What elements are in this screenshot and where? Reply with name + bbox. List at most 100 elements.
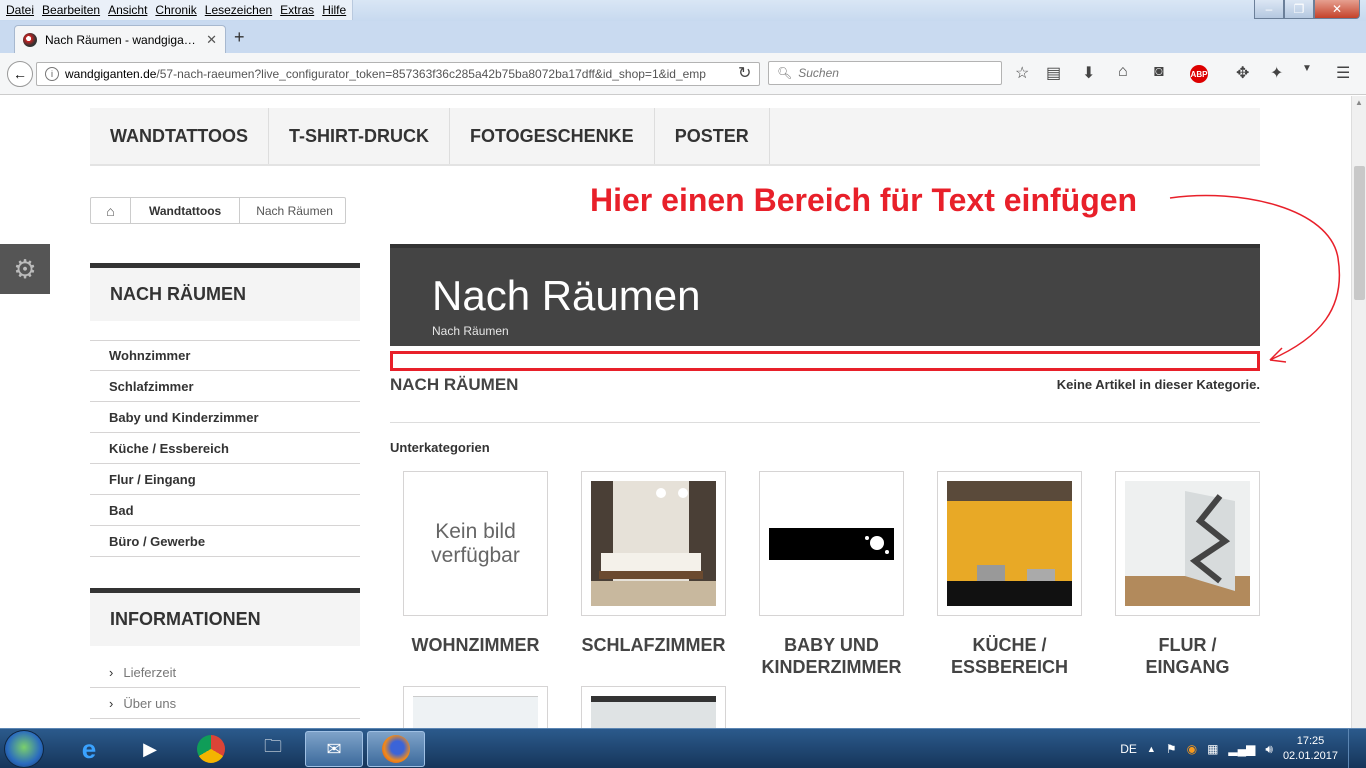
baby-sticker-image xyxy=(769,527,894,560)
category-kueche[interactable]: Küche / Essbereich xyxy=(90,433,360,464)
overflow-chevron-icon[interactable]: ▼ xyxy=(1302,63,1312,74)
subcategory-label[interactable]: FLUR / EINGANG xyxy=(1115,634,1260,678)
internet-explorer-icon[interactable]: e xyxy=(60,731,118,767)
clock[interactable]: 17:25 02.01.2017 xyxy=(1283,734,1338,764)
info-lieferzeit[interactable]: › Lieferzeit xyxy=(90,657,360,688)
subcategory-card-partial[interactable] xyxy=(581,686,726,728)
show-desktop-button[interactable] xyxy=(1348,729,1358,768)
show-hidden-icons-icon[interactable]: ▲ xyxy=(1147,744,1156,754)
page-scrollbar[interactable]: ▲ xyxy=(1351,96,1366,728)
menu-lesezeichen[interactable]: Lesezeichen xyxy=(201,0,276,20)
category-baby-kinderzimmer[interactable]: Baby und Kinderzimmer xyxy=(90,402,360,433)
subcategory-image[interactable] xyxy=(937,471,1082,616)
subcategory-card[interactable]: BABY UND KINDERZIMMER xyxy=(759,471,904,678)
chevron-right-icon: › xyxy=(109,695,114,711)
subcategory-image[interactable] xyxy=(759,471,904,616)
minimize-button[interactable]: – xyxy=(1254,0,1284,19)
volume-icon[interactable]: 🔊︎ xyxy=(1265,742,1273,757)
nav-fotogeschenke[interactable]: FOTOGESCHENKE xyxy=(450,108,655,164)
language-indicator[interactable]: DE xyxy=(1120,742,1137,756)
menu-hilfe[interactable]: Hilfe xyxy=(318,0,350,20)
nav-poster[interactable]: POSTER xyxy=(655,108,770,164)
gear-icon[interactable]: ⚙ xyxy=(0,244,50,294)
page-viewport: WANDTATTOOS T-SHIRT-DRUCK FOTOGESCHENKE … xyxy=(0,96,1351,728)
back-icon[interactable]: ← xyxy=(7,61,33,87)
info-ueber-uns[interactable]: › Über uns xyxy=(90,688,360,719)
scrollbar-thumb[interactable] xyxy=(1354,166,1365,300)
maximize-button[interactable]: ❐ xyxy=(1284,0,1314,19)
sidebar-title: NACH RÄUMEN xyxy=(90,263,360,321)
outlook-icon[interactable]: ✉ xyxy=(305,731,363,767)
scroll-up-icon[interactable]: ▲ xyxy=(1352,98,1366,107)
tab-strip: Nach Räumen - wandgiga… ✕ + xyxy=(0,21,1366,53)
subcategory-image[interactable] xyxy=(581,471,726,616)
subcategory-label[interactable]: WOHNZIMMER xyxy=(403,634,548,656)
chrome-icon[interactable] xyxy=(182,731,240,767)
info-link-label: Lieferzeit xyxy=(123,664,177,680)
category-flur[interactable]: Flur / Eingang xyxy=(90,464,360,495)
info-icon[interactable]: i xyxy=(45,67,59,81)
nav-tshirt-druck[interactable]: T-SHIRT-DRUCK xyxy=(269,108,450,164)
page-title: Nach Räumen xyxy=(432,272,701,319)
subcategory-card[interactable]: Kein bild verfügbar WOHNZIMMER xyxy=(403,471,548,656)
home-icon[interactable]: ⌂ xyxy=(1118,63,1128,81)
subcategory-label[interactable]: SCHLAFZIMMER xyxy=(581,634,726,656)
info-link-label: Über uns xyxy=(123,695,177,711)
flag-icon[interactable]: ⚑ xyxy=(1166,742,1177,756)
subcategory-image[interactable]: Kein bild verfügbar xyxy=(403,471,548,616)
tab-nach-raeumen[interactable]: Nach Räumen - wandgiga… ✕ xyxy=(14,25,226,53)
avast-icon[interactable]: ◉ xyxy=(1187,742,1197,756)
home-icon[interactable]: ⌂ xyxy=(91,198,131,223)
pocket-icon[interactable]: ◙ xyxy=(1154,63,1164,81)
category-schlafzimmer[interactable]: Schlafzimmer xyxy=(90,371,360,402)
search-input[interactable]: 🔍︎ Suchen xyxy=(768,61,1002,85)
menu-chronik[interactable]: Chronik xyxy=(151,0,200,20)
tab-close-icon[interactable]: ✕ xyxy=(206,32,217,48)
adblock-icon[interactable]: ABP xyxy=(1190,65,1208,83)
hallway-photo xyxy=(1125,481,1250,606)
bookmark-star-icon[interactable]: ☆ xyxy=(1015,63,1029,83)
url-bar[interactable]: i wandgiganten.de/57-nach-raeumen?live_c… xyxy=(36,62,760,86)
nav-wandtattoos[interactable]: WANDTATTOOS xyxy=(90,108,269,164)
subcategory-card[interactable]: FLUR / EINGANG xyxy=(1115,471,1260,678)
category-buero[interactable]: Büro / Gewerbe xyxy=(90,526,360,557)
network-signal-icon[interactable]: ▂▄▆ xyxy=(1228,742,1255,756)
category-bad[interactable]: Bad xyxy=(90,495,360,526)
media-player-icon[interactable]: ▶ xyxy=(121,731,179,767)
download-icon[interactable]: ⬇ xyxy=(1082,63,1095,83)
firefox-icon[interactable] xyxy=(367,731,425,767)
system-tray: DE ▲ ⚑ ◉ ▦ ▂▄▆ 🔊︎ 17:25 02.01.2017 xyxy=(1120,729,1366,768)
subcategories-heading: Unterkategorien xyxy=(390,440,490,455)
subcategory-image[interactable] xyxy=(1115,471,1260,616)
tab-title: Nach Räumen - wandgiga… xyxy=(45,32,196,47)
page-subtitle: Nach Räumen xyxy=(432,324,509,338)
new-tab-icon[interactable]: + xyxy=(234,27,245,48)
menu-extras[interactable]: Extras xyxy=(276,0,318,20)
explorer-folder-icon[interactable]: 🗀 xyxy=(244,731,302,767)
device-icon[interactable]: ▦ xyxy=(1207,742,1218,756)
subcategory-card[interactable]: SCHLAFZIMMER xyxy=(581,471,726,656)
category-wohnzimmer[interactable]: Wohnzimmer xyxy=(90,340,360,371)
extension2-icon[interactable]: ✦ xyxy=(1270,63,1283,83)
subcategory-card-partial[interactable] xyxy=(403,686,548,728)
subcategory-label[interactable]: BABY UND KINDERZIMMER xyxy=(759,634,904,678)
menu-bearbeiten[interactable]: Bearbeiten xyxy=(38,0,104,20)
kitchen-photo xyxy=(947,481,1072,606)
extension-icon[interactable]: ✥ xyxy=(1236,63,1249,83)
windows-start-icon[interactable] xyxy=(4,730,44,768)
reload-icon[interactable]: ↻ xyxy=(738,63,751,83)
category-list: Wohnzimmer Schlafzimmer Baby und Kinderz… xyxy=(90,340,360,557)
section-heading: NACH RÄUMEN xyxy=(390,375,519,394)
main-navigation: WANDTATTOOS T-SHIRT-DRUCK FOTOGESCHENKE … xyxy=(90,108,1260,166)
annotation-text: Hier einen Bereich für Text einfügen xyxy=(590,182,1138,218)
subcategory-card[interactable]: KÜCHE / ESSBEREICH xyxy=(937,471,1082,678)
bookmarks-list-icon[interactable]: ▤ xyxy=(1046,63,1061,83)
hamburger-menu-icon[interactable]: ☰ xyxy=(1336,63,1350,83)
divider xyxy=(390,422,1260,423)
taskbar: e ▶ 🗀 ✉ DE ▲ ⚑ ◉ ▦ ▂▄▆ 🔊︎ 17:25 02.01.20… xyxy=(0,728,1366,768)
close-window-button[interactable]: ✕ xyxy=(1314,0,1360,19)
menu-ansicht[interactable]: Ansicht xyxy=(104,0,151,20)
subcategory-label[interactable]: KÜCHE / ESSBEREICH xyxy=(937,634,1082,678)
menu-datei[interactable]: Datei xyxy=(2,0,38,20)
breadcrumb-wandtattoos[interactable]: Wandtattoos xyxy=(131,198,241,223)
